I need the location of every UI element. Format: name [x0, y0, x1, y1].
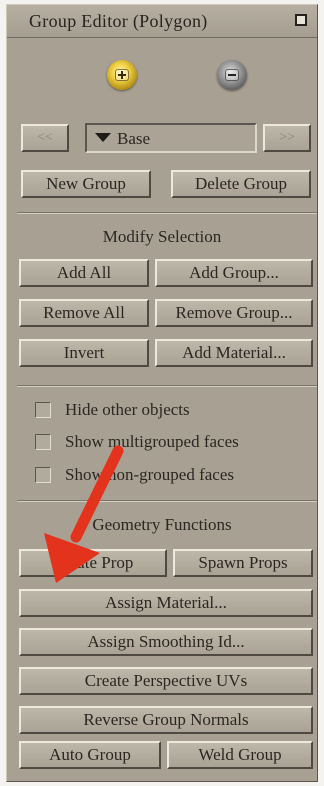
remove-all-button[interactable]: Remove All — [19, 299, 149, 327]
invert-button[interactable]: Invert — [19, 339, 149, 367]
checkbox[interactable] — [35, 402, 51, 418]
assign-material-button[interactable]: Assign Material... — [19, 589, 313, 617]
triangle-down-icon — [95, 133, 111, 142]
show-non-grouped-faces-option[interactable]: Show non-grouped faces — [35, 465, 315, 487]
divider — [17, 212, 317, 214]
delete-group-button[interactable]: Delete Group — [171, 170, 311, 198]
create-prop-button[interactable]: Create Prop — [19, 549, 167, 577]
checkbox[interactable] — [35, 434, 51, 450]
add-all-button[interactable]: Add All — [19, 259, 149, 287]
divider — [17, 385, 317, 387]
checkbox-label: Hide other objects — [65, 400, 190, 419]
geometry-functions-heading: Geometry Functions — [92, 515, 232, 534]
close-box-icon[interactable] — [295, 14, 307, 26]
previous-group-button[interactable]: << — [21, 124, 69, 152]
group-select-value: Base — [117, 129, 151, 148]
create-perspective-uvs-button[interactable]: Create Perspective UVs — [19, 667, 313, 695]
group-editor-panel: Group Editor (Polygon) << Base >> New Gr… — [6, 4, 318, 782]
auto-group-button[interactable]: Auto Group — [19, 741, 161, 769]
weld-group-button[interactable]: Weld Group — [167, 741, 313, 769]
new-group-button[interactable]: New Group — [21, 170, 151, 198]
checkbox-label: Show multigrouped faces — [65, 432, 239, 451]
modify-selection-heading: Modify Selection — [102, 227, 222, 246]
add-group-round-icon[interactable] — [107, 60, 137, 90]
add-group-button[interactable]: Add Group... — [155, 259, 313, 287]
divider — [17, 500, 317, 502]
window-title: Group Editor (Polygon) — [29, 11, 208, 31]
checkbox-label: Show non-grouped faces — [65, 465, 235, 484]
spawn-props-button[interactable]: Spawn Props — [173, 549, 313, 577]
group-select-dropdown[interactable]: Base — [85, 123, 257, 153]
next-group-button[interactable]: >> — [263, 124, 311, 152]
add-material-button[interactable]: Add Material... — [155, 339, 313, 367]
hide-other-objects-option[interactable]: Hide other objects — [35, 400, 315, 422]
checkbox[interactable] — [35, 467, 51, 483]
reverse-group-normals-button[interactable]: Reverse Group Normals — [19, 706, 313, 734]
show-multigrouped-faces-option[interactable]: Show multigrouped faces — [35, 432, 315, 454]
assign-smoothing-id-button[interactable]: Assign Smoothing Id... — [19, 628, 313, 656]
remove-group-button[interactable]: Remove Group... — [155, 299, 313, 327]
remove-group-round-icon[interactable] — [217, 60, 247, 90]
title-bar[interactable]: Group Editor (Polygon) — [7, 5, 317, 38]
